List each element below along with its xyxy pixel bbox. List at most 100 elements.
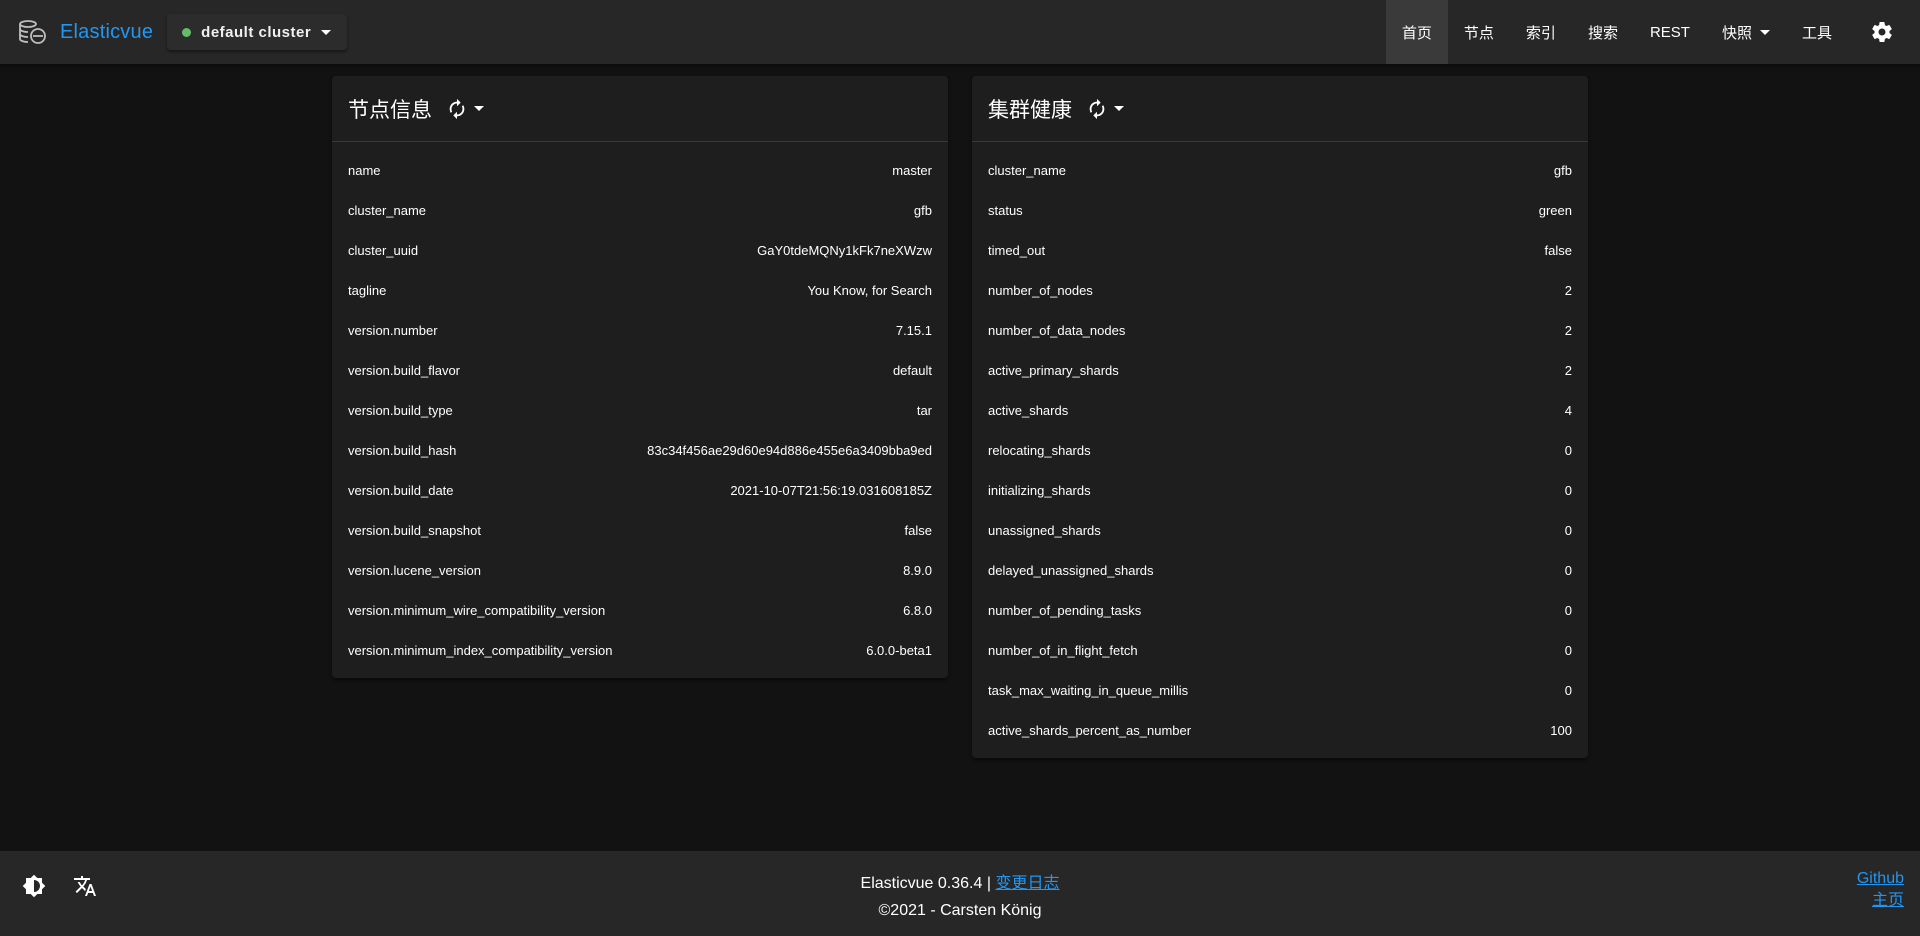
info-row-value: 0 [1564,602,1572,618]
changelog-link[interactable]: 变更日志 [995,875,1059,892]
info-row-key: version.lucene_version [348,562,481,578]
info-row: cluster_name gfb [972,150,1588,190]
info-row-key: relocating_shards [988,442,1091,458]
info-row: active_shards 4 [972,390,1588,430]
info-row: version.build_date 2021-10-07T21:56:19.03… [332,470,948,510]
cluster-health-card: 集群健康 cluster_name gfb status green timed_out… [972,76,1588,758]
refresh-icon[interactable] [1086,98,1108,120]
app-header: Elasticvue default cluster 首页 节点 索引 搜索 R… [0,0,1920,64]
refresh-interval-dropdown[interactable] [474,106,484,111]
main-nav: 首页 节点 索引 搜索 REST 快照 工具 [1385,0,1920,64]
info-row-value: 2 [1564,322,1572,338]
info-row-key: version.build_date [348,482,454,498]
info-row-key: version.build_type [348,402,453,418]
info-row: task_max_waiting_in_queue_millis 0 [972,670,1588,710]
info-row-value: 6.0.0-beta1 [866,642,932,658]
info-row-key: version.build_hash [348,442,457,458]
nav-item-snapshots-label: 快照 [1721,24,1752,42]
cluster-name: default cluster [201,23,312,41]
footer-version-line: Elasticvue 0.36.4 | 变更日志 [0,870,1920,897]
info-row: number_of_in_flight_fetch 0 [972,630,1588,670]
cluster-health-header: 集群健康 [972,76,1588,142]
info-row-key: initializing_shards [988,482,1091,498]
footer-info: Elasticvue 0.36.4 | 变更日志 ©2021 - Carsten… [0,870,1920,924]
info-row-key: cluster_uuid [348,242,419,258]
info-row-value: You Know, for Search [807,282,932,298]
footer-links: Github 主页 [1857,868,1904,912]
info-row-key: number_of_in_flight_fetch [988,642,1138,658]
cluster-health-list: cluster_name gfb status green timed_out false… [972,142,1588,750]
info-row: initializing_shards 0 [972,470,1588,510]
info-row-value: 0 [1564,642,1572,658]
info-row-key: name [348,162,381,178]
info-row: version.build_snapshot false [332,510,948,550]
info-row: unassigned_shards 0 [972,510,1588,550]
node-info-header: 节点信息 [332,76,948,142]
info-row-key: delayed_unassigned_shards [988,562,1154,578]
info-row: relocating_shards 0 [972,430,1588,470]
info-row-value: green [1538,202,1572,218]
info-row: version.build_type tar [332,390,948,430]
info-row: version.minimum_wire_compatibility_versi… [332,590,948,630]
refresh-icon[interactable] [446,98,468,120]
info-row-key: number_of_data_nodes [988,322,1126,338]
info-row: active_primary_shards 2 [972,350,1588,390]
info-row-key: number_of_pending_tasks [988,602,1142,618]
refresh-interval-dropdown[interactable] [1114,106,1124,111]
info-row: name master [332,150,948,190]
info-row-value: false [1544,242,1572,258]
info-row-value: tar [916,402,932,418]
info-row-key: tagline [348,282,387,298]
info-row-key: task_max_waiting_in_queue_millis [988,682,1189,698]
app-footer: Elasticvue 0.36.4 | 变更日志 ©2021 - Carsten… [0,851,1920,936]
info-row: version.build_flavor default [332,350,948,390]
node-info-card: 节点信息 name master cluster_name gfb cluster_uu… [332,76,948,678]
nav-item-rest[interactable]: REST [1634,0,1706,64]
info-row: timed_out false [972,230,1588,270]
chevron-down-icon [321,29,332,35]
gear-icon [1872,21,1892,42]
info-row-value: 2 [1564,362,1572,378]
nav-item-search[interactable]: 搜索 [1572,0,1634,64]
info-row-key: active_primary_shards [988,362,1119,378]
info-row-key: version.build_snapshot [348,522,481,538]
info-row: version.number 7.15.1 [332,310,948,350]
cluster-selector-button[interactable]: default cluster [167,14,348,50]
homepage-link[interactable]: 主页 [1872,892,1904,909]
settings-button[interactable] [1848,0,1920,64]
app-brand[interactable]: Elasticvue [60,21,153,44]
nav-item-indices[interactable]: 索引 [1510,0,1572,64]
info-row-key: timed_out [988,242,1046,258]
info-row-key: version.build_flavor [348,362,461,378]
info-row-value: GaY0tdeMQNy1kFk7neXWzw [757,242,932,258]
nav-item-utilities[interactable]: 工具 [1786,0,1848,64]
info-row: version.build_hash 83c34f456ae29d60e94d88… [332,430,948,470]
info-row-value: 100 [1550,722,1572,738]
info-row: version.minimum_index_compatibility_vers… [332,630,948,670]
nav-item-nodes[interactable]: 节点 [1448,0,1510,64]
info-row-value: master [892,162,932,178]
info-row-value: 83c34f456ae29d60e94d886e455e6a3409bba9ed [647,442,932,458]
info-row-key: active_shards_percent_as_number [988,722,1192,738]
info-row-value: 8.9.0 [903,562,932,578]
info-row-value: 0 [1564,682,1572,698]
nav-item-home[interactable]: 首页 [1385,0,1448,64]
info-row-key: number_of_nodes [988,282,1093,298]
node-info-list: name master cluster_name gfb cluster_uuid GaY… [332,142,948,670]
info-row-key: version.minimum_wire_compatibility_versi… [348,602,606,618]
info-row-key: cluster_name [348,202,427,218]
info-row: number_of_nodes 2 [972,270,1588,310]
cluster-health-title: 集群健康 [988,98,1072,122]
info-row-value: 0 [1564,562,1572,578]
github-link[interactable]: Github [1857,870,1904,887]
footer-version: Elasticvue 0.36.4 | [860,875,991,892]
info-row: version.lucene_version 8.9.0 [332,550,948,590]
elasticvue-logo-icon[interactable] [17,17,47,47]
info-row-value: default [892,362,932,378]
info-row-value: 2 [1564,282,1572,298]
nav-item-snapshots[interactable]: 快照 [1706,0,1786,64]
info-row-value: gfb [1553,162,1572,178]
info-row-value: 0 [1564,442,1572,458]
info-row: cluster_name gfb [332,190,948,230]
info-row: number_of_data_nodes 2 [972,310,1588,350]
